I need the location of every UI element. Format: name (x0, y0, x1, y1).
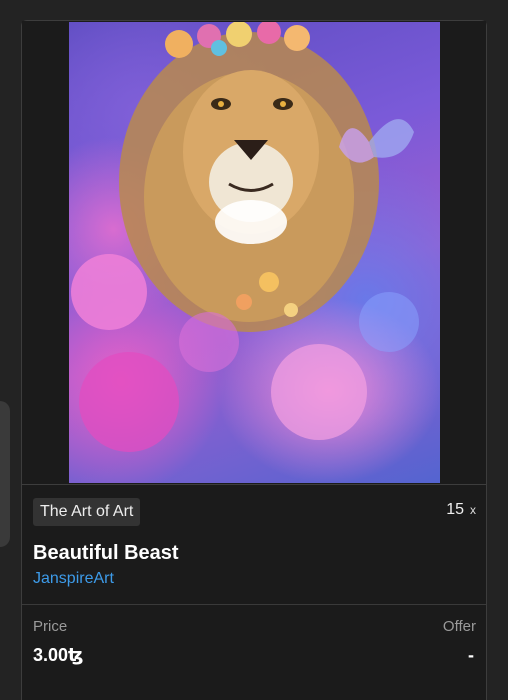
collection-chip[interactable]: The Art of Art (33, 498, 141, 526)
artwork-frame (22, 21, 486, 484)
artist-link[interactable]: JanspireArt (33, 570, 114, 588)
offer-value: - (468, 645, 474, 665)
side-drawer-handle[interactable] (0, 401, 10, 547)
price-value: 3.00ꜩ (33, 645, 84, 665)
divider (22, 604, 486, 605)
artwork-title[interactable]: Beautiful Beast (33, 542, 179, 565)
offer-label: Offer (442, 618, 476, 635)
lion-artwork-image[interactable] (69, 22, 440, 483)
price-label: Price (33, 618, 68, 635)
edition-count-value: 15 (446, 501, 464, 518)
edition-count-suffix: x (470, 503, 476, 517)
divider (22, 484, 486, 485)
edition-count: 15 x (446, 501, 476, 519)
artwork-card[interactable]: The Art of Art 15 x Beautiful Beast Jansp… (21, 20, 487, 700)
